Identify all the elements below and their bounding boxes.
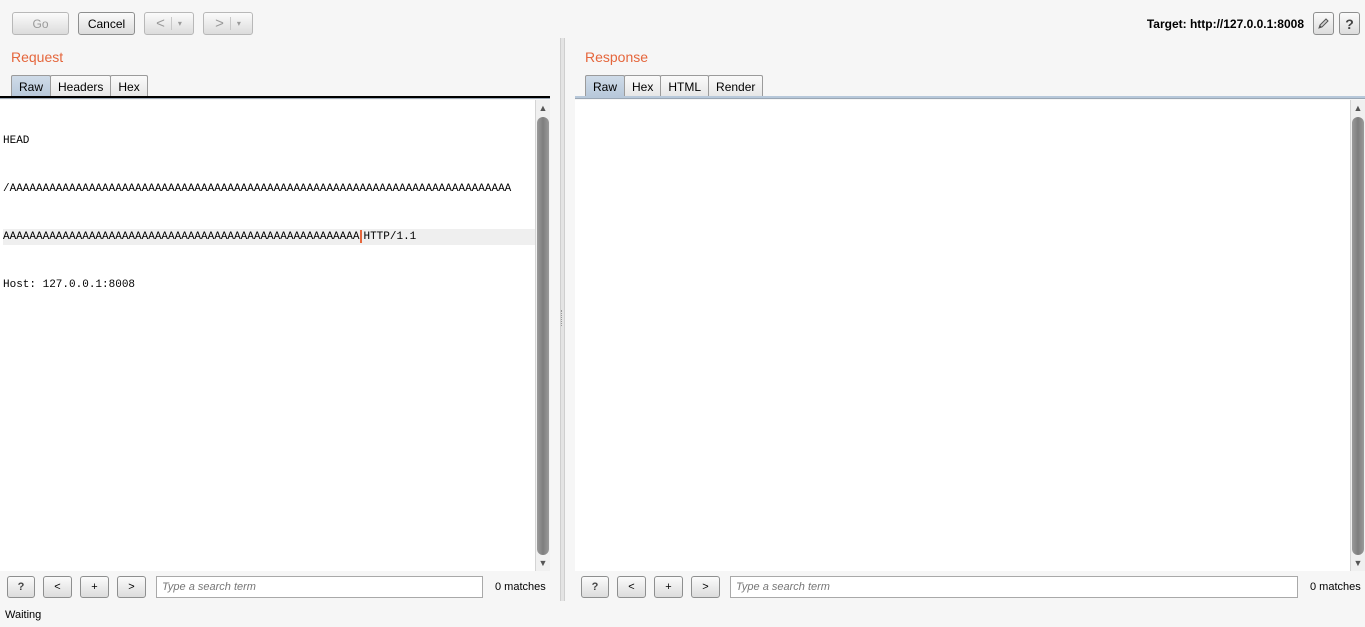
response-editor[interactable] bbox=[575, 100, 1350, 571]
tab-raw[interactable]: Raw bbox=[585, 75, 626, 97]
edit-target-button[interactable] bbox=[1313, 12, 1334, 35]
request-line-path: /AAAAAAAAAAAAAAAAAAAAAAAAAAAAAAAAAAAAAAA… bbox=[3, 183, 512, 195]
tab-raw[interactable]: Raw bbox=[11, 75, 52, 97]
response-search-help-button[interactable]: ? bbox=[581, 576, 609, 598]
help-icon: ? bbox=[1345, 15, 1354, 32]
chevron-down-icon: ▾ bbox=[236, 19, 241, 28]
request-search-input[interactable] bbox=[156, 576, 483, 598]
request-tab-divider bbox=[0, 96, 550, 99]
tab-headers[interactable]: Headers bbox=[50, 75, 112, 97]
request-search-add-button[interactable]: + bbox=[80, 576, 109, 598]
request-title: Request bbox=[11, 49, 64, 65]
scroll-up-icon[interactable]: ▲ bbox=[1351, 101, 1365, 115]
go-button[interactable]: Go bbox=[12, 12, 69, 35]
response-tabs: Raw Hex HTML Render bbox=[585, 75, 764, 97]
tab-hex[interactable]: Hex bbox=[110, 75, 148, 97]
pencil-icon bbox=[1318, 18, 1329, 29]
splitter-grip[interactable] bbox=[561, 310, 564, 326]
request-line-method: HEAD bbox=[3, 135, 30, 147]
tab-html[interactable]: HTML bbox=[660, 75, 710, 97]
request-scrollbar[interactable]: ▲ ▼ bbox=[535, 100, 550, 571]
request-line-path-cont: AAAAAAAAAAAAAAAAAAAAAAAAAAAAAAAAAAAAAAAA… bbox=[3, 229, 535, 245]
forward-arrow-icon: > bbox=[215, 15, 224, 32]
response-search-add-button[interactable]: + bbox=[654, 576, 683, 598]
chevron-down-icon: ▾ bbox=[177, 19, 182, 28]
tab-hex[interactable]: Hex bbox=[624, 75, 662, 97]
response-match-count: 0 matches bbox=[1310, 581, 1361, 593]
back-button[interactable]: < ▾ bbox=[144, 12, 194, 35]
pane-splitter[interactable] bbox=[560, 38, 565, 601]
scroll-up-icon[interactable]: ▲ bbox=[536, 101, 550, 115]
back-arrow-icon: < bbox=[156, 15, 165, 32]
response-search-prev-button[interactable]: < bbox=[617, 576, 646, 598]
response-search-input[interactable] bbox=[730, 576, 1298, 598]
cancel-button[interactable]: Cancel bbox=[78, 12, 135, 35]
scroll-down-icon[interactable]: ▼ bbox=[1351, 556, 1365, 570]
request-line-host: Host: 127.0.0.1:8008 bbox=[3, 279, 136, 291]
separator bbox=[170, 17, 172, 30]
request-search-help-button[interactable]: ? bbox=[7, 576, 35, 598]
separator bbox=[229, 17, 231, 30]
request-editor[interactable]: HEAD /AAAAAAAAAAAAAAAAAAAAAAAAAAAAAAAAAA… bbox=[0, 100, 535, 571]
request-protocol: HTTP/1.1 bbox=[363, 231, 417, 243]
request-match-count: 0 matches bbox=[495, 581, 546, 593]
request-search-next-button[interactable]: > bbox=[117, 576, 146, 598]
response-search-next-button[interactable]: > bbox=[691, 576, 720, 598]
scroll-down-icon[interactable]: ▼ bbox=[536, 556, 550, 570]
request-path-tail: AAAAAAAAAAAAAAAAAAAAAAAAAAAAAAAAAAAAAAAA… bbox=[3, 231, 360, 243]
request-tabs: Raw Headers Hex bbox=[11, 75, 148, 97]
status-text: Waiting bbox=[5, 609, 42, 621]
help-button[interactable]: ? bbox=[1339, 12, 1360, 35]
forward-button[interactable]: > ▾ bbox=[203, 12, 253, 35]
response-scrollbar[interactable]: ▲ ▼ bbox=[1350, 100, 1365, 571]
scroll-thumb[interactable] bbox=[1352, 117, 1364, 555]
response-tab-divider bbox=[575, 96, 1365, 99]
response-title: Response bbox=[585, 49, 649, 65]
target-label: Target: http://127.0.0.1:8008 bbox=[1146, 17, 1304, 31]
tab-render[interactable]: Render bbox=[708, 75, 764, 97]
scroll-thumb[interactable] bbox=[537, 117, 549, 555]
request-search-prev-button[interactable]: < bbox=[43, 576, 72, 598]
